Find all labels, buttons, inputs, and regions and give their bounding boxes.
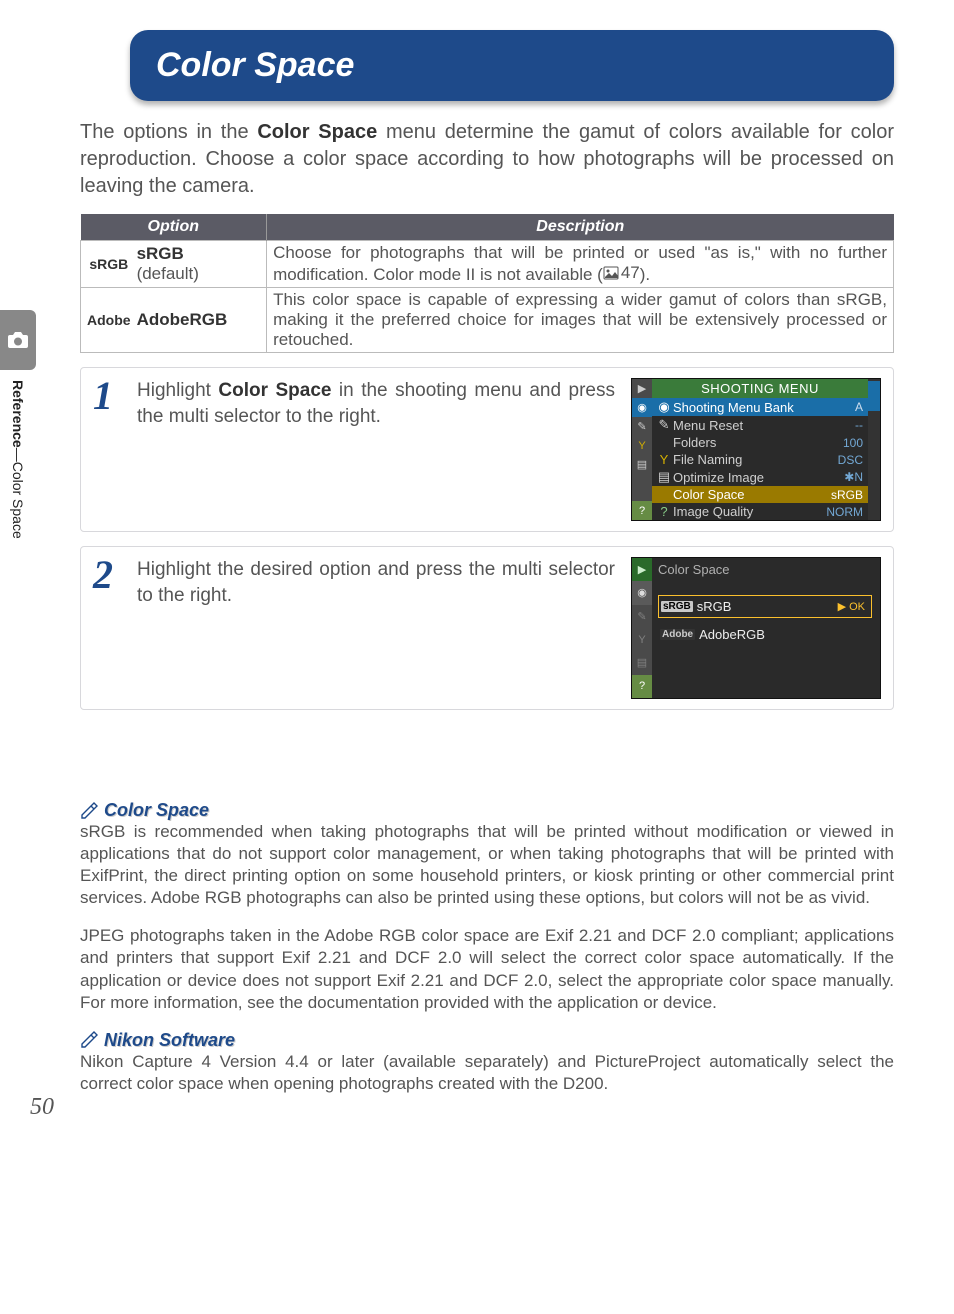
lcd-row: ✎Menu Reset-- (652, 416, 868, 434)
side-tab: Reference—Color Space (0, 310, 36, 539)
note-paragraph: Nikon Capture 4 Version 4.4 or later (av… (80, 1051, 894, 1095)
lcd-side-camera-icon: ◉ (632, 581, 652, 604)
lcd2-option: Adobe AdobeRGB (658, 624, 872, 645)
lcd-side-help-icon: ? (632, 675, 652, 698)
option-name: sRGB (default) (137, 241, 267, 288)
step-2: 2 Highlight the desired option and press… (80, 546, 894, 710)
th-description: Description (267, 214, 894, 241)
note-heading-color-space: Color Space (80, 800, 894, 821)
lcd-title: SHOOTING MENU (652, 379, 868, 398)
step-text: Highlight the desired option and press t… (137, 557, 615, 608)
lcd-side-help-icon: ? (632, 501, 652, 520)
option-name: AdobeRGB (137, 288, 267, 353)
lcd-row: ?Image QualityNORM (652, 503, 868, 520)
camera-icon: ◉ (655, 399, 673, 415)
camera-tab-icon (0, 310, 36, 370)
note-paragraph: sRGB is recommended when taking photogra… (80, 821, 894, 909)
pencil-note-icon (80, 802, 98, 820)
lcd2-title: Color Space (658, 562, 880, 589)
lcd-side-wrench-icon: Y (632, 436, 652, 455)
help-icon: ? (655, 504, 673, 519)
intro-paragraph: The options in the Color Space menu dete… (80, 119, 894, 200)
side-section: Reference (10, 380, 26, 448)
options-table: Option Description sRGB sRGB (default) C… (80, 214, 894, 353)
lcd-row: YFile NamingDSC (652, 451, 868, 468)
lcd-side-play-icon: ▶ (632, 558, 652, 581)
lcd2-option-selected: sRGB sRGB ▶ OK (658, 595, 872, 618)
list-icon: ▤ (655, 469, 673, 485)
note-heading-nikon-software: Nikon Software (80, 1030, 894, 1051)
side-breadcrumb: Reference—Color Space (0, 380, 26, 539)
table-row: Adobe AdobeRGB This color space is capab… (81, 288, 894, 353)
side-topic: Color Space (10, 462, 26, 539)
lcd-side-camera-icon: ◉ (632, 398, 652, 417)
lcd-side-pencil-icon: ✎ (632, 605, 652, 628)
lcd-row: ▤Optimize Image✱N (652, 468, 868, 486)
table-row: sRGB sRGB (default) Choose for photograp… (81, 241, 894, 288)
pencil-note-icon (80, 1031, 98, 1049)
lcd-side-wrench-icon: Y (632, 628, 652, 651)
option-tag: Adobe (660, 629, 695, 640)
ok-indicator: ▶ OK (838, 600, 865, 613)
lcd-side-pencil-icon: ✎ (632, 417, 652, 436)
lcd-side-recent-icon: ▤ (632, 651, 652, 674)
option-description: This color space is capable of expressin… (267, 288, 894, 353)
th-option: Option (81, 214, 267, 241)
page-title: Color Space (130, 30, 894, 101)
option-label: Adobe (81, 288, 137, 353)
lcd-screenshot-color-space: ▶ ◉ ✎ Y ▤ ? Color Space sRGB sRGB (631, 557, 881, 699)
page-ref-icon: 47 (603, 263, 640, 283)
step-number: 1 (93, 378, 121, 414)
note-paragraph: JPEG photographs taken in the Adobe RGB … (80, 925, 894, 1013)
pencil-icon: ✎ (655, 417, 673, 433)
option-description: Choose for photographs that will be prin… (267, 241, 894, 288)
lcd-row-highlighted: Color SpacesRGB (652, 486, 868, 503)
step-1: 1 Highlight Color Space in the shooting … (80, 367, 894, 532)
lcd-screenshot-shooting-menu: ▶ ◉ ✎ Y ▤ ? SHOOTING MENU ◉Shooting Menu… (631, 378, 881, 521)
lcd-row: ◉Shooting Menu BankA (652, 398, 868, 416)
option-tag: sRGB (661, 601, 693, 612)
lcd-side-recent-icon: ▤ (632, 455, 652, 474)
wrench-icon: Y (655, 452, 673, 467)
lcd-row: Folders100 (652, 434, 868, 451)
option-label: sRGB (81, 241, 137, 288)
lcd-side-play-icon: ▶ (632, 379, 652, 398)
step-number: 2 (93, 557, 121, 593)
step-text: Highlight Color Space in the shooting me… (137, 378, 615, 429)
lcd-scrollbar (868, 379, 880, 520)
page-number: 50 (30, 1094, 54, 1121)
